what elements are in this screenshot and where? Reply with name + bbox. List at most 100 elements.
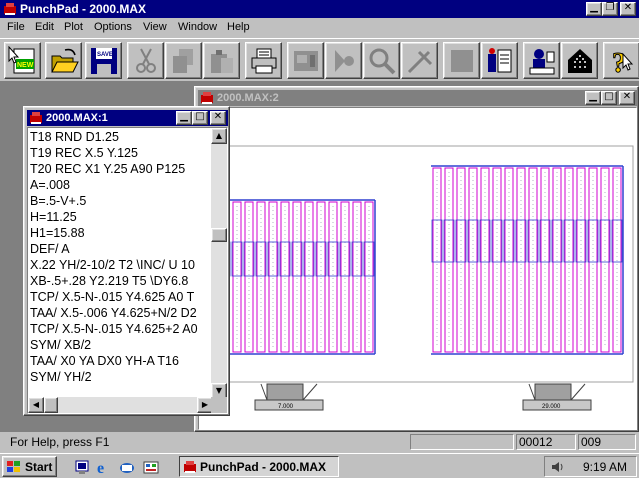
- code-line[interactable]: H=11.25: [30, 209, 213, 225]
- app-title-bar[interactable]: PunchPad - 2000.MAX ▁ ❐ ✕: [0, 0, 639, 18]
- menu-help[interactable]: Help: [227, 21, 250, 33]
- arrow-up-icon: ▲: [215, 131, 223, 140]
- code-line[interactable]: X.22 YH/2-10/2 T2 \INC/ U 10: [30, 257, 213, 273]
- zoom-button[interactable]: [363, 42, 400, 79]
- copy-button[interactable]: [165, 42, 202, 79]
- printer-icon: [251, 48, 277, 74]
- open-button[interactable]: [45, 42, 82, 79]
- menu-plot[interactable]: Plot: [64, 21, 83, 33]
- part-drawing-canvas[interactable]: 7.000 29.000: [198, 107, 637, 430]
- menu-options[interactable]: Options: [94, 21, 132, 33]
- close-icon: ✕: [213, 111, 223, 122]
- help-button[interactable]: ?: [603, 42, 639, 79]
- code-line[interactable]: A=.008: [30, 177, 213, 193]
- minimize-icon: ▁: [180, 111, 188, 122]
- speaker-volume-icon[interactable]: [550, 460, 566, 474]
- scroll-left-button[interactable]: ◀: [28, 397, 44, 413]
- drawing-window[interactable]: 2000.MAX:2 ▁ □ ✕ 7.000 29.000: [194, 86, 639, 432]
- arrow-left-icon: ◀: [32, 400, 40, 409]
- app-title: PunchPad - 2000.MAX: [20, 2, 147, 16]
- gray-square-button[interactable]: [443, 42, 480, 79]
- new-button[interactable]: NEW: [4, 42, 41, 79]
- code-line[interactable]: B=.5-V+.5: [30, 193, 213, 209]
- editor-close-button[interactable]: ✕: [210, 111, 226, 125]
- code-editor[interactable]: T18 RND D1.25 T19 REC X.5 Y.125 T20 REC X1…: [27, 127, 228, 414]
- code-line[interactable]: SYM/ YH/2: [30, 369, 213, 385]
- start-button[interactable]: Start: [2, 456, 57, 477]
- drawing-minimize-button[interactable]: ▁: [585, 91, 601, 105]
- dotted-house-button[interactable]: [561, 42, 598, 79]
- taskbar-punchpad-button[interactable]: PunchPad - 2000.MAX: [179, 456, 339, 477]
- internet-explorer-icon[interactable]: e: [96, 459, 112, 475]
- horizontal-scrollbar[interactable]: ◀ ▶: [28, 397, 213, 413]
- maximize-button[interactable]: ❐: [602, 2, 618, 16]
- code-line[interactable]: T19 REC X.5 Y.125: [30, 145, 213, 161]
- windows-logo-icon: [7, 461, 20, 472]
- sheet-metal-drawing: 7.000 29.000: [199, 108, 636, 429]
- code-line[interactable]: TAA/ X0 YA DX0 YH-A T16: [30, 353, 213, 369]
- restore-icon: ❐: [605, 2, 615, 13]
- document-icon: [201, 92, 213, 104]
- scroll-up-button[interactable]: ▲: [211, 128, 227, 144]
- punchpad-app-icon: [184, 461, 196, 473]
- channels-icon[interactable]: [143, 459, 159, 475]
- save-button[interactable]: SAVE: [85, 42, 122, 79]
- status-help-text: For Help, press F1: [10, 435, 110, 449]
- punch-machine-icon: [294, 51, 318, 71]
- open-folder-icon: [51, 48, 79, 73]
- editor-window[interactable]: 2000.MAX:1 ▁ □ ✕ T18 RND D1.25 T19 REC X.…: [23, 106, 230, 416]
- minimize-button[interactable]: ▁: [586, 2, 602, 16]
- horizontal-scroll-thumb[interactable]: [44, 397, 58, 413]
- menu-file[interactable]: File: [7, 21, 25, 33]
- measure-button[interactable]: [401, 42, 438, 79]
- vertical-scroll-thumb[interactable]: [211, 228, 227, 242]
- close-button[interactable]: ✕: [620, 2, 636, 16]
- menu-bar: File Edit Plot Options View Window Help: [0, 19, 639, 37]
- code-line[interactable]: TCP/ X.5-N-.015 Y4.625 A0 T: [30, 289, 213, 305]
- file-tube-button[interactable]: [481, 42, 518, 79]
- code-lines[interactable]: T18 RND D1.25 T19 REC X.5 Y.125 T20 REC X1…: [30, 129, 213, 399]
- print-button[interactable]: [245, 42, 282, 79]
- maximize-icon: □: [195, 111, 205, 122]
- code-line[interactable]: SYM/ XB/2: [30, 337, 213, 353]
- mdi-workspace: 2000.MAX:2 ▁ □ ✕ 7.000 29.000 2000.MAX:1…: [0, 82, 639, 432]
- status-column-number: 009: [578, 434, 636, 450]
- cut-button[interactable]: [127, 42, 164, 79]
- vertical-scrollbar[interactable]: ▲ ▼: [211, 128, 227, 399]
- desktop-shortcut-icon[interactable]: [74, 459, 90, 475]
- code-line[interactable]: T18 RND D1.25: [30, 129, 213, 145]
- status-bar: For Help, press F1 00012 009: [0, 432, 639, 452]
- dotted-house-icon: [568, 49, 592, 73]
- taskbar-punchpad-label: PunchPad - 2000.MAX: [200, 460, 327, 474]
- help-question-icon: ?: [612, 48, 634, 76]
- outlook-express-icon[interactable]: [119, 459, 135, 475]
- editor-window-title-bar[interactable]: 2000.MAX:1 ▁ □ ✕: [27, 110, 228, 126]
- new-icon: NEW: [8, 46, 35, 74]
- paste-button[interactable]: [203, 42, 240, 79]
- close-icon: ✕: [623, 2, 633, 13]
- punch-machine-button[interactable]: [287, 42, 324, 79]
- taskbar-clock[interactable]: 9:19 AM: [583, 460, 627, 474]
- caliper-icon: [407, 50, 433, 74]
- operator-button[interactable]: [523, 42, 560, 79]
- drawing-close-button[interactable]: ✕: [619, 91, 635, 105]
- menu-edit[interactable]: Edit: [35, 21, 54, 33]
- maximize-icon: □: [604, 91, 614, 102]
- code-line[interactable]: TAA/ X.5-.006 Y4.625+N/2 D2: [30, 305, 213, 321]
- code-line[interactable]: H1=15.88: [30, 225, 213, 241]
- menu-view[interactable]: View: [143, 21, 167, 33]
- editor-minimize-button[interactable]: ▁: [176, 111, 192, 125]
- code-line[interactable]: XB-.5+.28 Y2.219 T5 \DY6.8: [30, 273, 213, 289]
- file-tube-icon: [488, 48, 512, 73]
- code-line[interactable]: TCP/ X.5-N-.015 Y4.625+2 A0: [30, 321, 213, 337]
- editor-maximize-button[interactable]: □: [192, 111, 208, 125]
- save-disk-icon: SAVE: [91, 48, 117, 74]
- drawing-window-title-bar[interactable]: 2000.MAX:2 ▁ □ ✕: [198, 90, 637, 106]
- code-line[interactable]: DEF/ A: [30, 241, 213, 257]
- drawing-maximize-button[interactable]: □: [601, 91, 617, 105]
- code-line[interactable]: T20 REC X1 Y.25 A90 P125: [30, 161, 213, 177]
- menu-window[interactable]: Window: [178, 21, 217, 33]
- tool-button[interactable]: [325, 42, 362, 79]
- editor-window-title: 2000.MAX:1: [46, 112, 108, 124]
- gray-square-icon: [451, 50, 473, 72]
